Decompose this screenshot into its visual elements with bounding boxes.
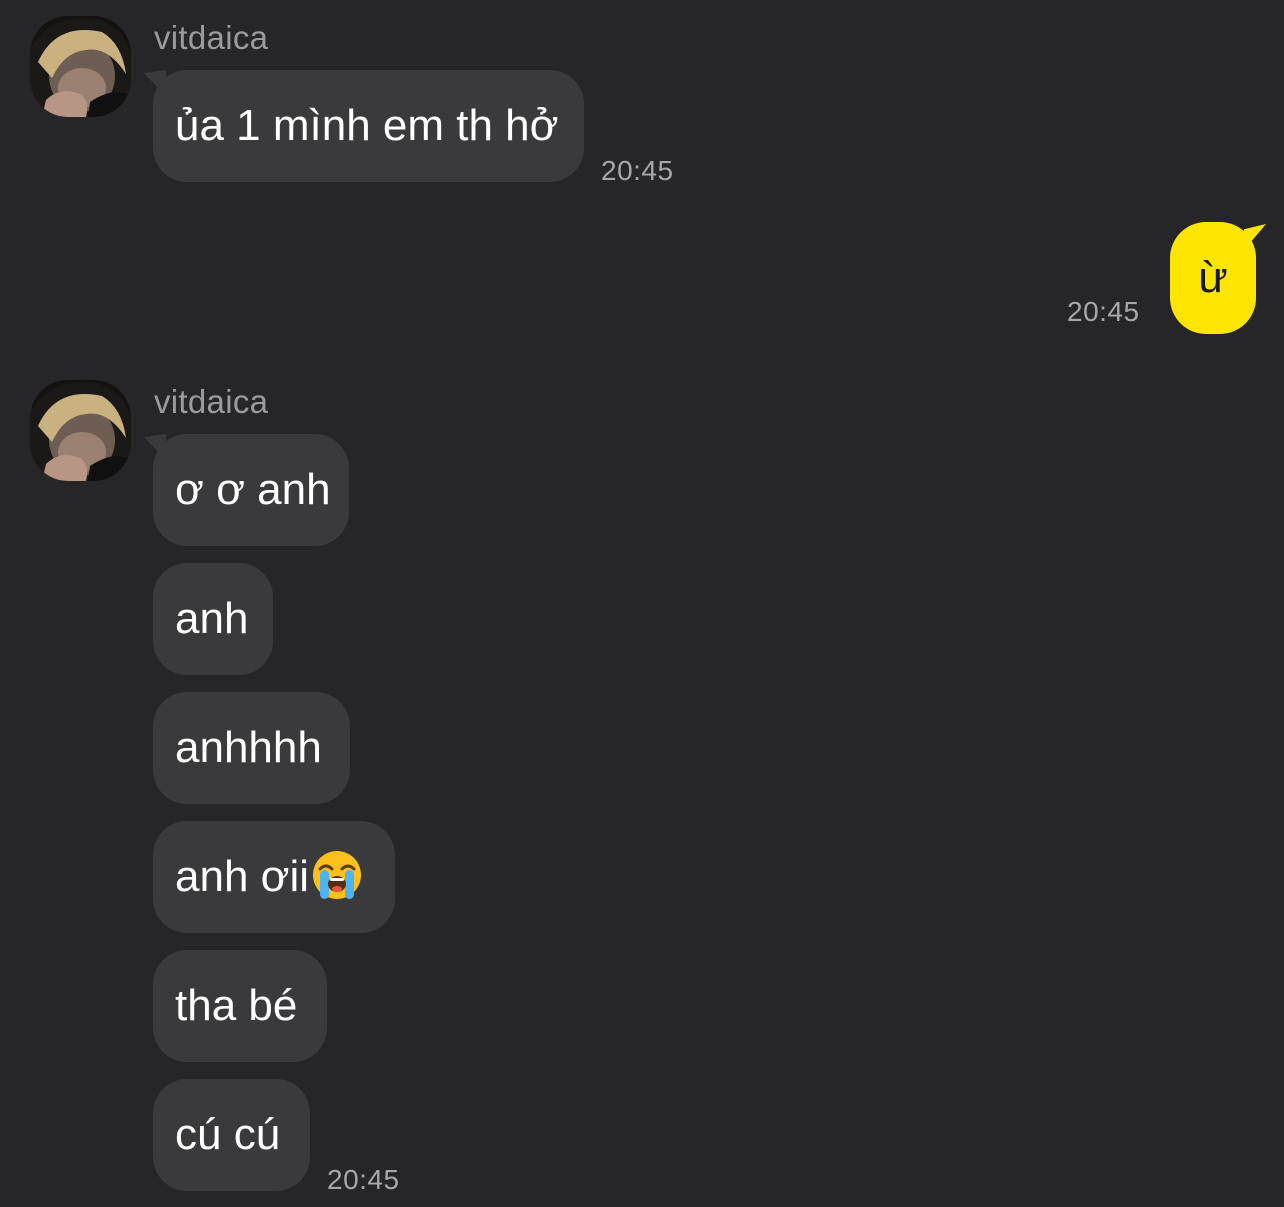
sender-avatar[interactable] bbox=[30, 380, 131, 481]
avatar-photo-icon bbox=[30, 16, 131, 117]
message-bubble[interactable]: anhhhh bbox=[153, 692, 350, 804]
chat-message-list[interactable]: vitdaica ủa 1 mình em th hở 20:45 ừ 20:4… bbox=[0, 0, 1284, 1207]
avatar-photo-icon bbox=[30, 380, 131, 481]
loudly-crying-face-icon bbox=[313, 851, 362, 899]
sender-name: vitdaica bbox=[154, 383, 269, 420]
message-bubble[interactable]: anh bbox=[153, 563, 273, 675]
message-timestamp: 20:45 bbox=[601, 155, 674, 186]
my-message-bubble[interactable]: ừ bbox=[1170, 222, 1256, 334]
message-timestamp: 20:45 bbox=[1067, 296, 1140, 327]
sender-avatar[interactable] bbox=[30, 16, 131, 117]
message-bubble[interactable]: anh ơii bbox=[153, 821, 395, 933]
message-bubble[interactable]: ơ ơ anh bbox=[153, 434, 349, 546]
message-text: anh ơii bbox=[175, 852, 310, 901]
message-bubble[interactable]: ủa 1 mình em th hở bbox=[153, 70, 584, 182]
message-bubble[interactable]: tha bé bbox=[153, 950, 327, 1062]
message-timestamp: 20:45 bbox=[327, 1164, 400, 1195]
message-bubble[interactable]: cú cú bbox=[153, 1079, 310, 1191]
sender-name: vitdaica bbox=[154, 19, 269, 56]
